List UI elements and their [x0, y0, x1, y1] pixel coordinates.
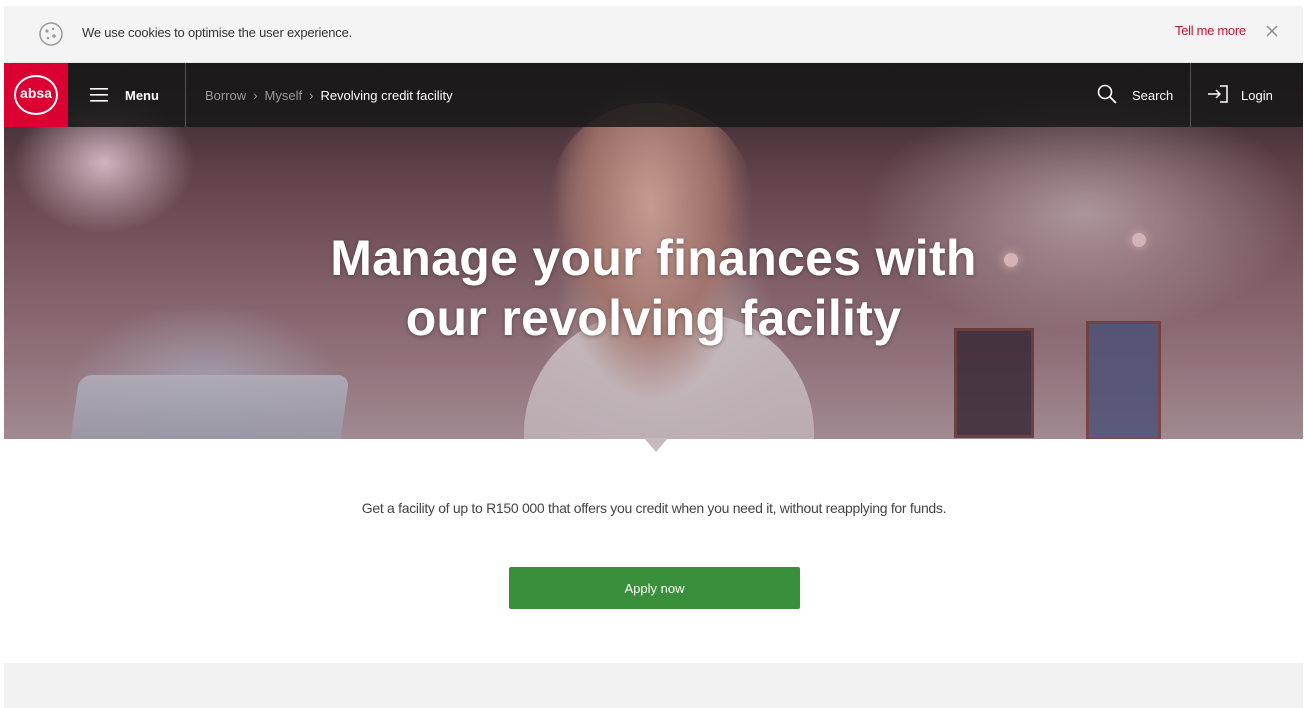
cookie-bar: We use cookies to optimise the user expe… [4, 6, 1303, 63]
cookie-message: We use cookies to optimise the user expe… [82, 25, 353, 40]
breadcrumb-current: Revolving credit facility [320, 88, 453, 103]
breadcrumb-myself[interactable]: Myself [265, 88, 303, 103]
nav-divider [185, 63, 186, 127]
apply-now-button[interactable]: Apply now [509, 567, 800, 609]
page: We use cookies to optimise the user expe… [4, 6, 1303, 708]
hero-title: Manage your finances with our revolving … [4, 228, 1303, 348]
menu-button[interactable]: Menu [125, 88, 159, 103]
next-section-strip [4, 663, 1303, 708]
main-nav: absa Menu Borrow › Myself › Revolving credit… [4, 63, 1303, 127]
logo-text: absa [20, 85, 52, 101]
hero-title-line1: Manage your finances with [330, 230, 977, 286]
search-icon[interactable] [1097, 84, 1117, 104]
chevron-right-icon: › [253, 88, 258, 103]
search-button[interactable]: Search [1132, 88, 1173, 103]
breadcrumb-borrow[interactable]: Borrow [205, 88, 246, 103]
intro-text: Get a facility of up to R150 000 that of… [361, 500, 947, 516]
breadcrumb: Borrow › Myself › Revolving credit facility [205, 88, 453, 103]
login-button[interactable]: Login [1241, 88, 1273, 103]
nav-divider [1190, 63, 1191, 127]
hamburger-icon[interactable] [90, 87, 108, 103]
hero-title-line2: our revolving facility [405, 290, 902, 346]
hero-pointer [644, 438, 668, 452]
cookie-icon [39, 22, 63, 46]
tell-me-more-link[interactable]: Tell me more [1175, 23, 1246, 38]
chevron-right-icon: › [309, 88, 314, 103]
login-icon[interactable] [1207, 84, 1229, 104]
absa-logo[interactable]: absa [4, 63, 68, 127]
close-icon[interactable] [1264, 23, 1280, 39]
